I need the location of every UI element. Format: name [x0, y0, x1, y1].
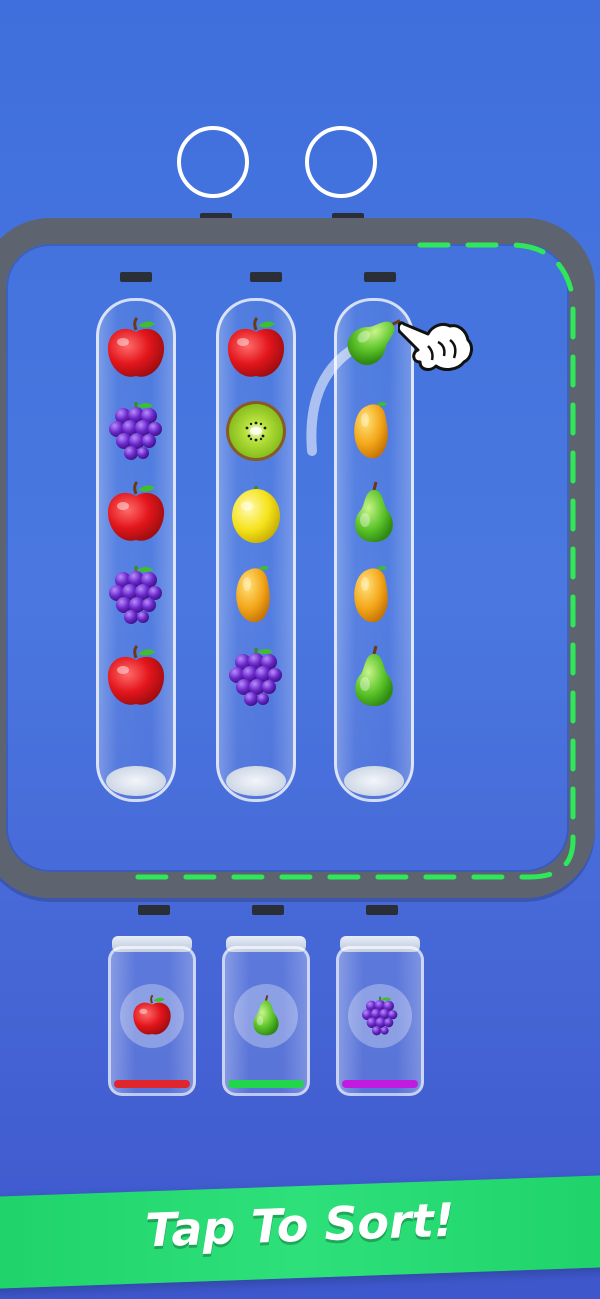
- grapes-icon: [107, 564, 164, 626]
- apple-icon: [106, 480, 166, 543]
- jar-connector-3: [366, 905, 398, 915]
- grapes-icon: [227, 646, 284, 708]
- lemon-icon: [230, 484, 282, 545]
- tube-base: [226, 766, 286, 796]
- jar-connector-2: [252, 905, 284, 915]
- jar-fill-level: [114, 1080, 190, 1088]
- grapes-icon: [361, 995, 399, 1037]
- kiwi-icon: [226, 401, 286, 461]
- tube-base: [344, 766, 404, 796]
- apple-icon: [106, 644, 166, 707]
- pear-icon: [353, 644, 395, 708]
- grapes-icon: [107, 400, 164, 462]
- jar-connector-1: [138, 905, 170, 915]
- mango-icon: [354, 566, 388, 623]
- jar-fill-level: [228, 1080, 304, 1088]
- pointing-hand-icon: [398, 321, 473, 371]
- pear-icon: [252, 994, 280, 1037]
- tube-connector-2: [250, 272, 282, 282]
- apple-icon: [226, 316, 286, 379]
- apple-icon: [132, 994, 172, 1036]
- tube-connector-1: [120, 272, 152, 282]
- tube-base: [106, 766, 166, 796]
- apple-icon: [106, 316, 166, 379]
- tube-connector-3: [364, 272, 396, 282]
- top-slot-1[interactable]: [177, 126, 249, 198]
- top-slot-2[interactable]: [305, 126, 377, 198]
- jar-fill-level: [342, 1080, 418, 1088]
- pear-icon: [353, 480, 395, 544]
- mango-icon: [236, 566, 270, 623]
